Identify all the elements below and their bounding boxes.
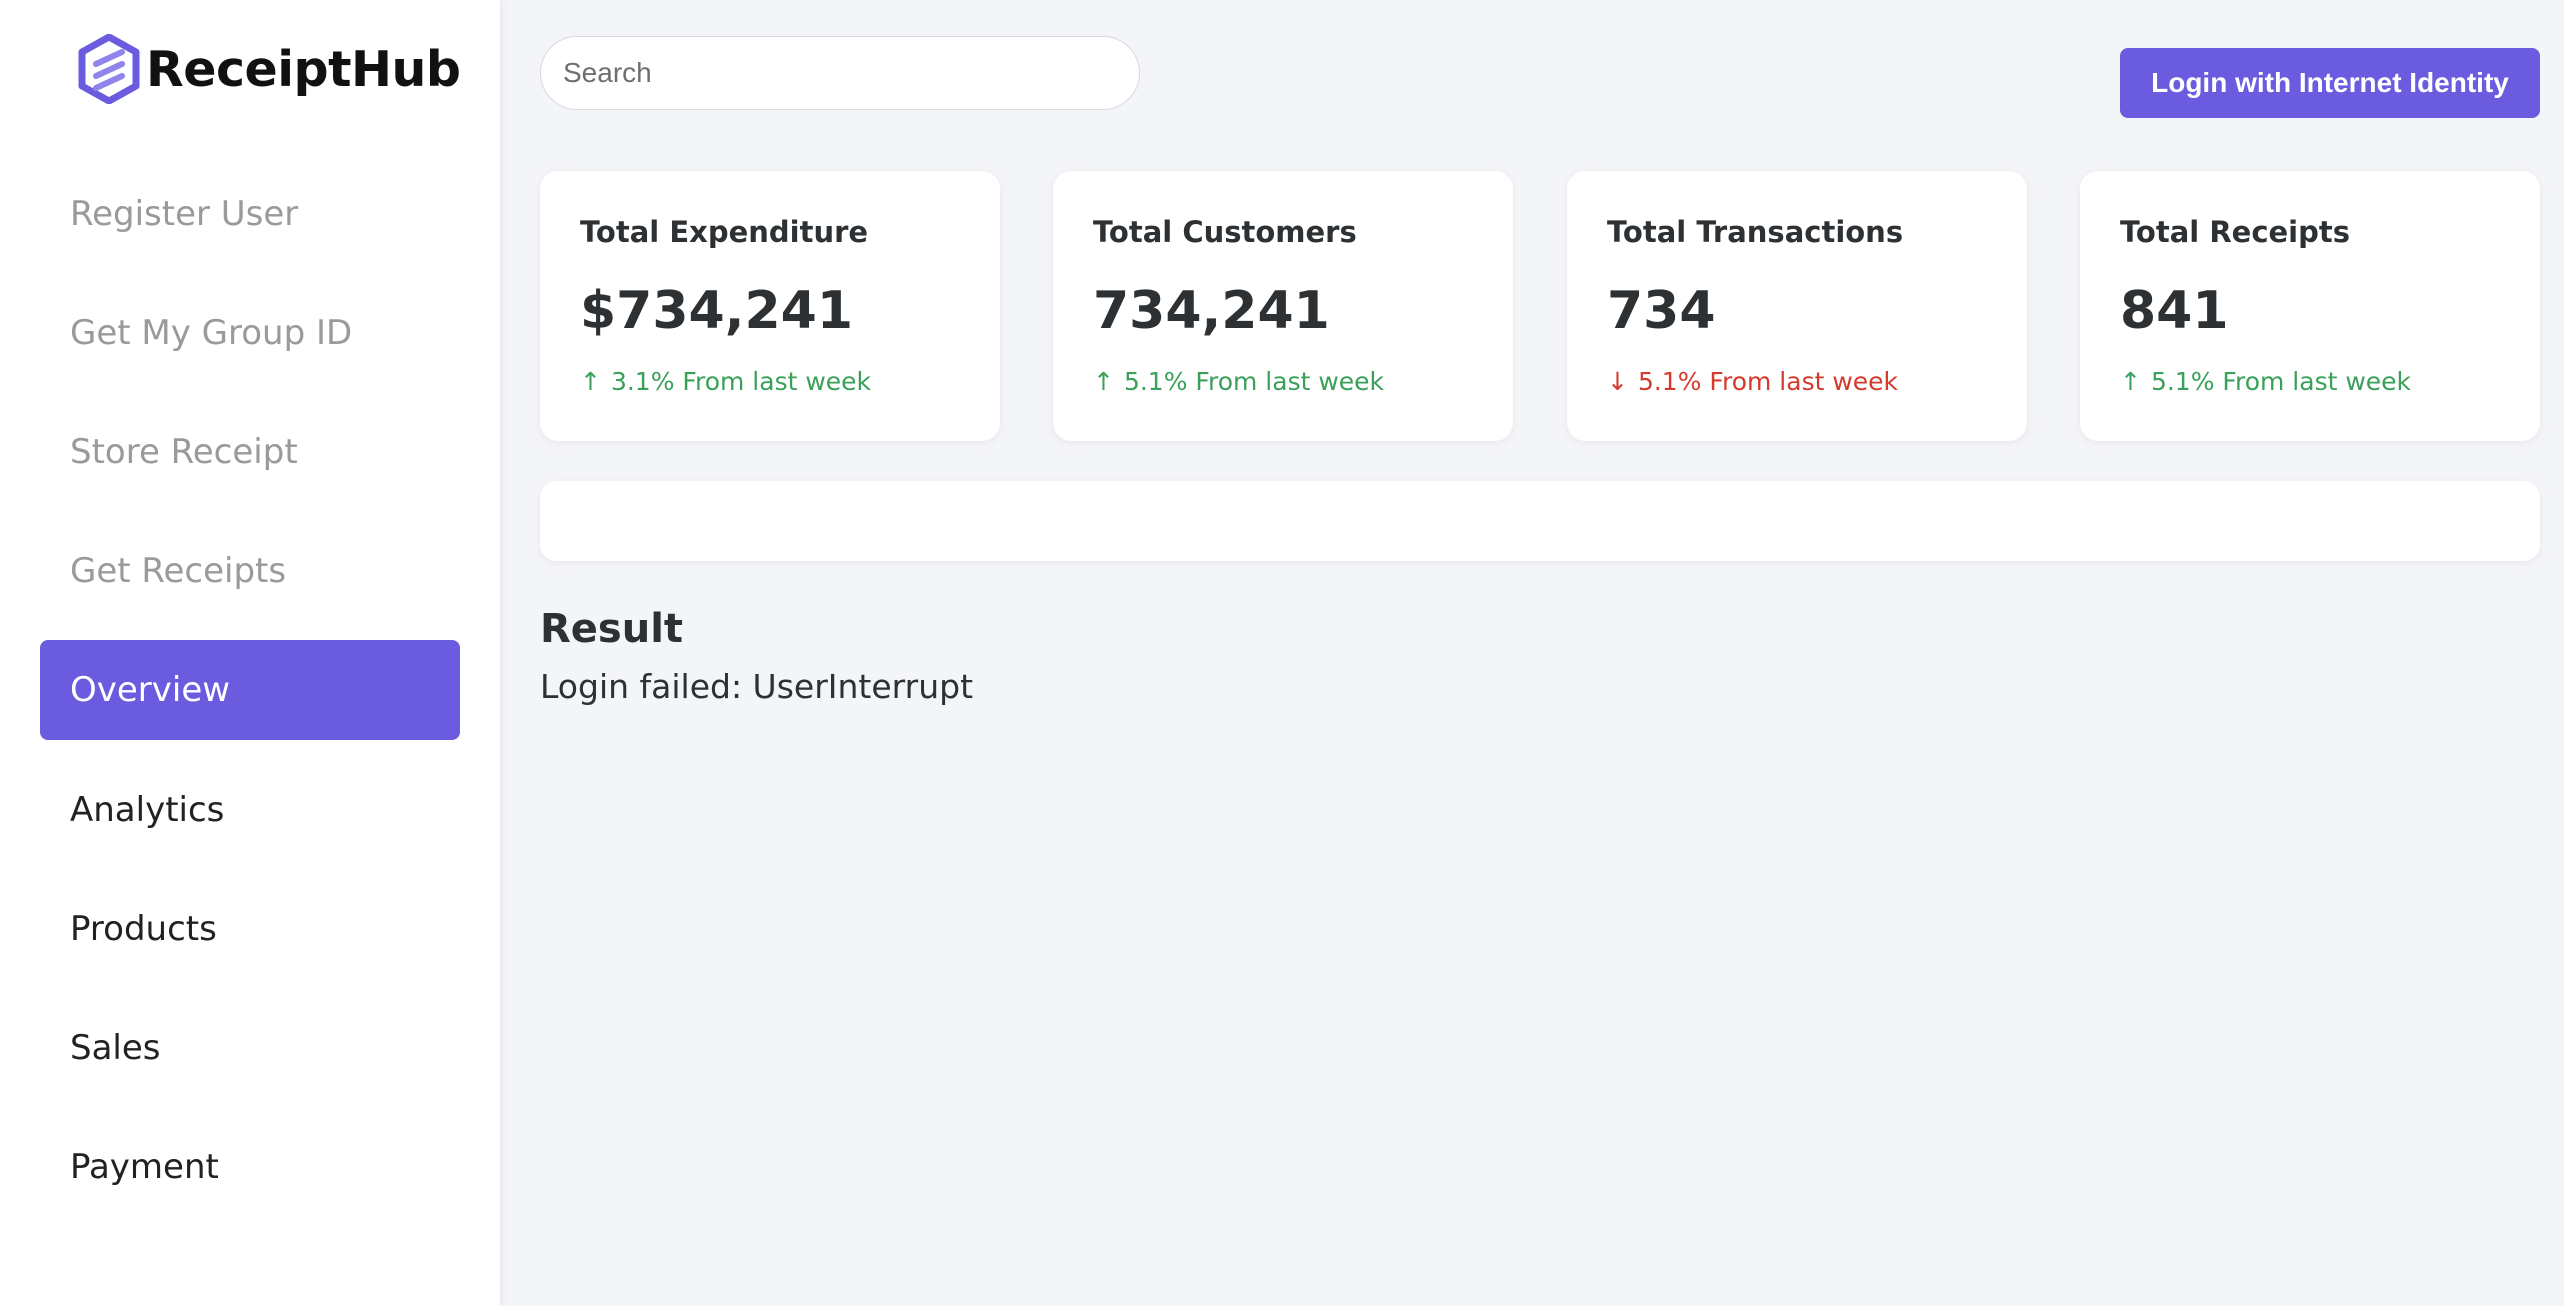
- stat-card-total-expenditure: Total Expenditure $734,241 ↑ 3.1% From l…: [540, 171, 1000, 441]
- stat-card-value: $734,241: [580, 281, 854, 341]
- stat-card-value: 734: [1607, 281, 1716, 341]
- sidebar-item-register-user[interactable]: Register User: [40, 164, 460, 264]
- sidebar-item-label: Get Receipts: [70, 551, 287, 591]
- stat-card-trend: ↑ 5.1% From last week: [2120, 367, 2411, 396]
- sidebar-item-store-receipt[interactable]: Store Receipt: [40, 402, 460, 502]
- stat-card-title: Total Customers: [1093, 215, 1357, 249]
- stat-card-trend: ↑ 5.1% From last week: [1093, 367, 1384, 396]
- sidebar-item-label: Store Receipt: [70, 432, 298, 472]
- brand-logo[interactable]: ReceiptHub: [78, 34, 461, 104]
- search-input[interactable]: [540, 36, 1140, 110]
- sidebar: ReceiptHub Register User Get My Group ID…: [0, 0, 500, 1306]
- sidebar-item-products[interactable]: Products: [40, 879, 460, 979]
- brand-name: ReceiptHub: [146, 40, 461, 98]
- sidebar-item-label: Register User: [70, 194, 299, 234]
- sidebar-item-sales[interactable]: Sales: [40, 998, 460, 1098]
- sidebar-item-label: Payment: [70, 1147, 219, 1187]
- sidebar-item-overview[interactable]: Overview: [40, 640, 460, 740]
- result-heading: Result: [540, 606, 684, 652]
- stat-card-title: Total Receipts: [2120, 215, 2351, 249]
- sidebar-item-payment[interactable]: Payment: [40, 1117, 460, 1217]
- sidebar-item-label: Analytics: [70, 790, 225, 830]
- sidebar-item-label: Overview: [70, 670, 231, 710]
- empty-content-panel: [540, 481, 2540, 561]
- stat-card-title: Total Transactions: [1607, 215, 1904, 249]
- stat-card-total-transactions: Total Transactions 734 ↓ 5.1% From last …: [1567, 171, 2027, 441]
- stat-card-trend: ↓ 5.1% From last week: [1607, 367, 1898, 396]
- sidebar-item-analytics[interactable]: Analytics: [40, 760, 460, 860]
- result-message: Login failed: UserInterrupt: [540, 667, 974, 706]
- stat-card-title: Total Expenditure: [580, 215, 869, 249]
- stat-card-trend-text: 5.1% From last week: [1123, 367, 1385, 396]
- sidebar-item-label: Sales: [70, 1028, 161, 1068]
- stat-card-total-receipts: Total Receipts 841 ↑ 5.1% From last week: [2080, 171, 2540, 441]
- stat-card-trend: ↑ 3.1% From last week: [580, 367, 871, 396]
- arrow-down-icon: ↓: [1607, 367, 1628, 396]
- sidebar-item-get-receipts[interactable]: Get Receipts: [40, 521, 460, 621]
- arrow-up-icon: ↑: [1093, 367, 1114, 396]
- stat-card-value: 841: [2120, 281, 2229, 341]
- stat-card-value: 734,241: [1093, 281, 1330, 341]
- login-internet-identity-button[interactable]: Login with Internet Identity: [2120, 48, 2540, 118]
- arrow-up-icon: ↑: [580, 367, 601, 396]
- sidebar-item-get-my-group-id[interactable]: Get My Group ID: [40, 283, 460, 383]
- hexagon-logo-icon: [78, 34, 140, 104]
- stat-card-trend-text: 3.1% From last week: [610, 367, 872, 396]
- stat-card-trend-text: 5.1% From last week: [1637, 367, 1899, 396]
- stat-card-trend-text: 5.1% From last week: [2150, 367, 2412, 396]
- sidebar-item-label: Products: [70, 909, 217, 949]
- stat-card-total-customers: Total Customers 734,241 ↑ 5.1% From last…: [1053, 171, 1513, 441]
- arrow-up-icon: ↑: [2120, 367, 2141, 396]
- sidebar-item-label: Get My Group ID: [70, 313, 353, 353]
